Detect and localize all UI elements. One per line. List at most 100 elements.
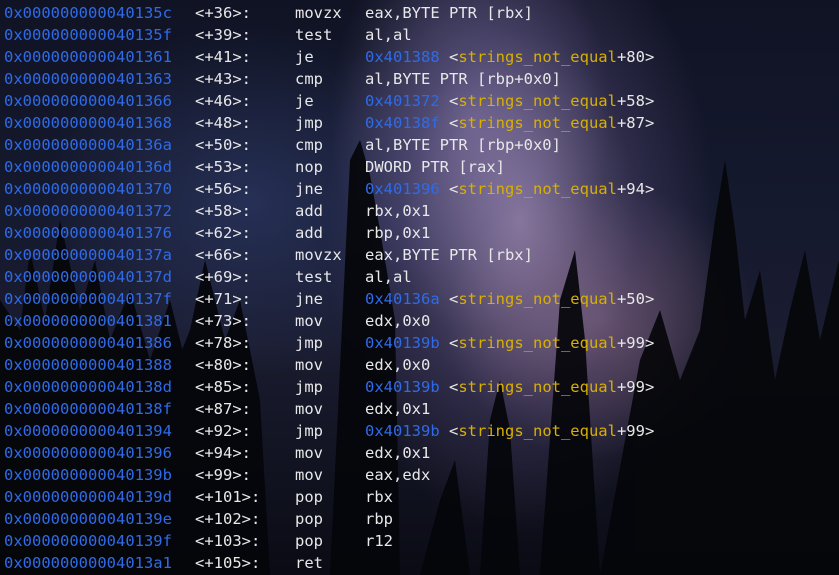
symbol-close-bracket: > bbox=[644, 180, 655, 198]
instruction-operands: al,al bbox=[365, 24, 412, 46]
instruction-address: 0x000000000040138f bbox=[4, 400, 172, 418]
jump-target-symbol: strings_not_equal bbox=[458, 92, 617, 110]
instruction-offset: <+41>: bbox=[195, 48, 251, 66]
symbol-open-bracket: < bbox=[439, 48, 459, 66]
disassembly-line: 0x00000000004013a1 <+105>: ret bbox=[4, 552, 323, 574]
jump-target-address: 0x40136a bbox=[365, 290, 440, 308]
instruction-mnemonic: je bbox=[295, 48, 314, 66]
instruction-offset: <+71>: bbox=[195, 290, 251, 308]
instruction-offset: <+73>: bbox=[195, 312, 251, 330]
instruction-mnemonic: cmp bbox=[295, 70, 323, 88]
instruction-mnemonic: movzx bbox=[295, 246, 342, 264]
symbol-close-bracket: > bbox=[644, 92, 655, 110]
instruction-address: 0x0000000000401366 bbox=[4, 92, 172, 110]
symbol-open-bracket: < bbox=[439, 114, 459, 132]
instruction-operands: 0x401388 <strings_not_equal+80> bbox=[365, 46, 654, 68]
jump-target-address: 0x40139b bbox=[365, 334, 440, 352]
instruction-mnemonic: jmp bbox=[295, 378, 323, 396]
jump-target-symbol-offset: +58 bbox=[616, 92, 645, 110]
operand-text: al,BYTE PTR [rbp+0x0] bbox=[365, 136, 561, 154]
disassembly-line: 0x000000000040138f <+87>: mov edx,0x1 bbox=[4, 398, 430, 420]
instruction-offset: <+103>: bbox=[195, 532, 261, 550]
instruction-offset: <+36>: bbox=[195, 4, 251, 22]
operand-text: rbp bbox=[365, 510, 393, 528]
jump-target-symbol-offset: +99 bbox=[616, 334, 645, 352]
jump-target-symbol: strings_not_equal bbox=[458, 114, 617, 132]
jump-target-address: 0x401388 bbox=[365, 48, 440, 66]
jump-target-symbol: strings_not_equal bbox=[458, 334, 617, 352]
disassembly-line: 0x000000000040139d <+101>: pop rbx bbox=[4, 486, 393, 508]
disassembly-line: 0x000000000040136a <+50>: cmp al,BYTE PTR [… bbox=[4, 134, 561, 156]
jump-target-symbol: strings_not_equal bbox=[458, 48, 617, 66]
disassembly-line: 0x000000000040137d <+69>: test al,al bbox=[4, 266, 412, 288]
instruction-address: 0x0000000000401376 bbox=[4, 224, 172, 242]
instruction-address: 0x000000000040137f bbox=[4, 290, 172, 308]
instruction-operands: edx,0x0 bbox=[365, 354, 430, 376]
instruction-address: 0x000000000040135c bbox=[4, 4, 172, 22]
instruction-operands: 0x401396 <strings_not_equal+94> bbox=[365, 178, 654, 200]
disassembly-line: 0x000000000040137f <+71>: jne 0x40136a <str… bbox=[4, 288, 654, 310]
instruction-offset: <+87>: bbox=[195, 400, 251, 418]
disassembly-line: 0x000000000040139e <+102>: pop rbp bbox=[4, 508, 393, 530]
instruction-mnemonic: add bbox=[295, 224, 323, 242]
symbol-close-bracket: > bbox=[644, 48, 655, 66]
jump-target-symbol-offset: +94 bbox=[616, 180, 645, 198]
disassembly-line: 0x0000000000401361 <+41>: je 0x401388 <stri… bbox=[4, 46, 654, 68]
instruction-mnemonic: jmp bbox=[295, 114, 323, 132]
instruction-mnemonic: movzx bbox=[295, 4, 342, 22]
instruction-address: 0x000000000040137a bbox=[4, 246, 172, 264]
symbol-open-bracket: < bbox=[439, 92, 459, 110]
instruction-operands: edx,0x1 bbox=[365, 398, 430, 420]
instruction-mnemonic: pop bbox=[295, 510, 323, 528]
instruction-offset: <+39>: bbox=[195, 26, 251, 44]
instruction-mnemonic: jmp bbox=[295, 334, 323, 352]
instruction-operands: eax,edx bbox=[365, 464, 430, 486]
disassembly-line: 0x000000000040138d <+85>: jmp 0x40139b <str… bbox=[4, 376, 654, 398]
instruction-operands: edx,0x1 bbox=[365, 442, 430, 464]
disassembly-line: 0x0000000000401376 <+62>: add rbp,0x1 bbox=[4, 222, 430, 244]
symbol-open-bracket: < bbox=[439, 180, 459, 198]
disassembly-line: 0x000000000040135c <+36>: movzx eax,BYTE PT… bbox=[4, 2, 533, 24]
disassembly-line: 0x000000000040137a <+66>: movzx eax,BYTE PT… bbox=[4, 244, 533, 266]
instruction-offset: <+56>: bbox=[195, 180, 251, 198]
instruction-operands: rbx,0x1 bbox=[365, 200, 430, 222]
instruction-address: 0x000000000040139f bbox=[4, 532, 172, 550]
operand-text: eax,edx bbox=[365, 466, 431, 484]
operand-text: rbx bbox=[365, 488, 393, 506]
instruction-operands: DWORD PTR [rax] bbox=[365, 156, 505, 178]
disassembly-line: 0x0000000000401381 <+73>: mov edx,0x0 bbox=[4, 310, 430, 332]
instruction-offset: <+101>: bbox=[195, 488, 261, 506]
instruction-offset: <+48>: bbox=[195, 114, 251, 132]
disassembly-line: 0x0000000000401372 <+58>: add rbx,0x1 bbox=[4, 200, 430, 222]
instruction-address: 0x0000000000401394 bbox=[4, 422, 172, 440]
jump-target-symbol: strings_not_equal bbox=[458, 378, 617, 396]
instruction-operands: 0x40136a <strings_not_equal+50> bbox=[365, 288, 654, 310]
instruction-address: 0x0000000000401386 bbox=[4, 334, 172, 352]
instruction-mnemonic: jne bbox=[295, 180, 323, 198]
disassembly-line: 0x0000000000401370 <+56>: jne 0x401396 <str… bbox=[4, 178, 654, 200]
jump-target-address: 0x40139b bbox=[365, 422, 440, 440]
jump-target-address: 0x401396 bbox=[365, 180, 440, 198]
operand-text: edx,0x0 bbox=[365, 356, 431, 374]
instruction-address: 0x000000000040136a bbox=[4, 136, 172, 154]
jump-target-symbol-offset: +99 bbox=[616, 378, 645, 396]
instruction-operands: eax,BYTE PTR [rbx] bbox=[365, 2, 533, 24]
disassembly-line: 0x0000000000401368 <+48>: jmp 0x40138f <str… bbox=[4, 112, 654, 134]
disassembly-line: 0x0000000000401363 <+43>: cmp al,BYTE PTR [… bbox=[4, 68, 561, 90]
symbol-open-bracket: < bbox=[439, 334, 459, 352]
symbol-open-bracket: < bbox=[439, 422, 459, 440]
terminal-window[interactable]: 0x000000000040135c <+36>: movzx eax,BYTE PT… bbox=[0, 0, 839, 575]
instruction-address: 0x0000000000401363 bbox=[4, 70, 172, 88]
instruction-mnemonic: cmp bbox=[295, 136, 323, 154]
instruction-operands: rbp bbox=[365, 508, 393, 530]
operand-text: edx,0x1 bbox=[365, 400, 431, 418]
instruction-mnemonic: mov bbox=[295, 312, 323, 330]
jump-target-symbol: strings_not_equal bbox=[458, 290, 617, 308]
instruction-address: 0x000000000040139d bbox=[4, 488, 172, 506]
instruction-offset: <+50>: bbox=[195, 136, 251, 154]
disassembly-line: 0x000000000040135f <+39>: test al,al bbox=[4, 24, 412, 46]
instruction-offset: <+92>: bbox=[195, 422, 251, 440]
instruction-operands: al,al bbox=[365, 266, 412, 288]
jump-target-symbol-offset: +80 bbox=[616, 48, 645, 66]
instruction-address: 0x0000000000401396 bbox=[4, 444, 172, 462]
